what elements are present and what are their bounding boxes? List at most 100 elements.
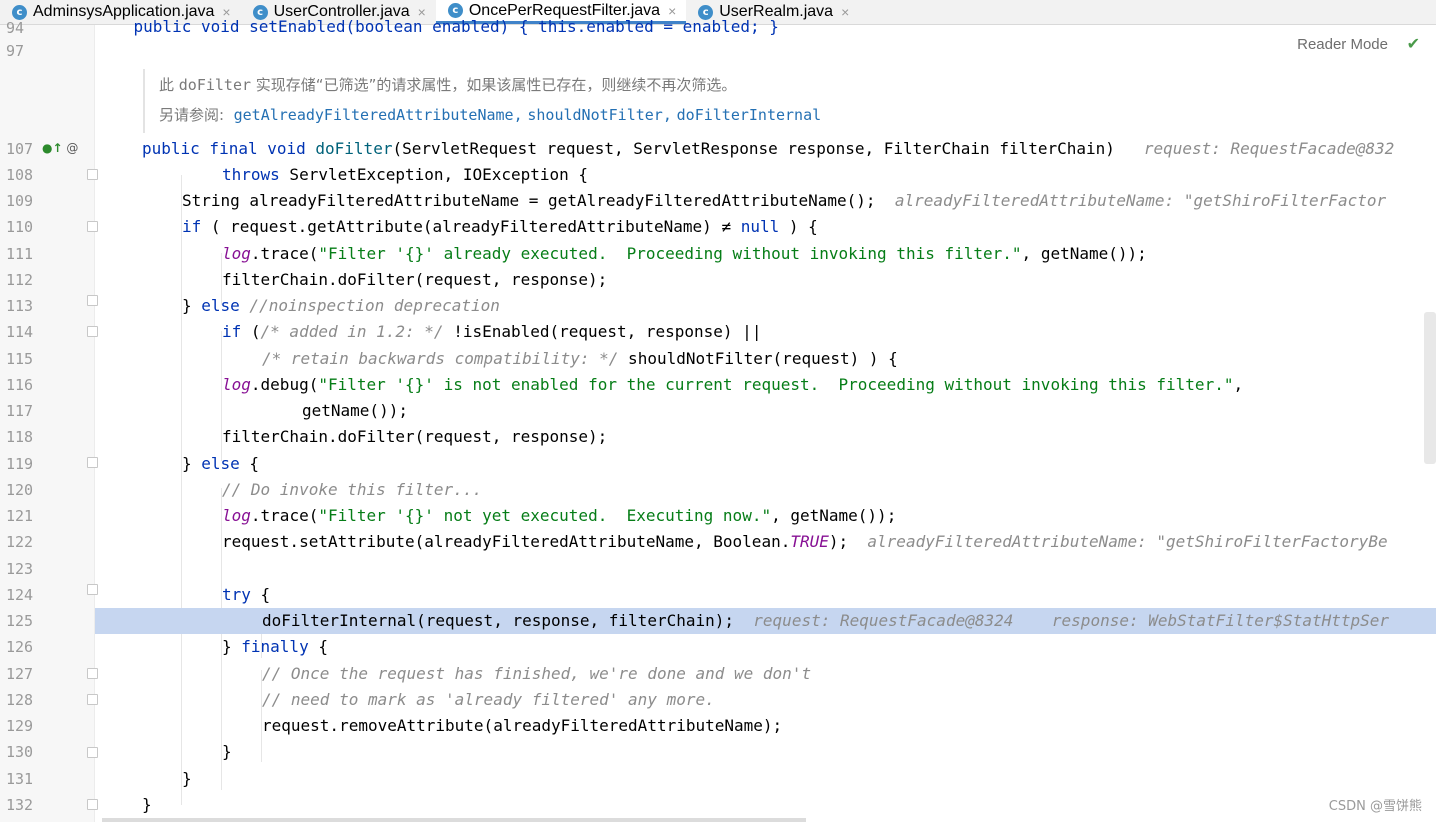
line-number: 127 bbox=[6, 665, 34, 683]
see-also-link[interactable]: shouldNotFilter, bbox=[527, 106, 672, 124]
code-text: ( request.getAttribute(alreadyFilteredAt… bbox=[201, 217, 741, 236]
see-also-link[interactable]: doFilterInternal bbox=[677, 106, 822, 124]
field-name: log bbox=[222, 506, 251, 525]
vertical-scrollbar[interactable] bbox=[1424, 312, 1436, 464]
rendered-javadoc: 此 doFilter 实现存储“已筛选”的请求属性，如果该属性已存在，则继续不再… bbox=[143, 69, 1383, 133]
code-line-110[interactable]: if ( request.getAttribute(alreadyFiltere… bbox=[95, 214, 1436, 240]
code-text: ); bbox=[828, 532, 849, 551]
java-class-icon: c bbox=[12, 4, 27, 20]
code-line-115[interactable]: /* retain backwards compatibility: */ sh… bbox=[95, 346, 1436, 372]
line-number: 110 bbox=[6, 218, 34, 236]
line-number: 128 bbox=[6, 691, 34, 709]
code-text: public void setEnabled(boolean enabled) … bbox=[95, 17, 779, 36]
code-text: .debug( bbox=[250, 375, 319, 394]
line-number: 121 bbox=[6, 507, 34, 525]
code-line-129[interactable]: request.removeAttribute(alreadyFilteredA… bbox=[95, 713, 1436, 739]
line-number: 97 bbox=[6, 42, 25, 60]
comment: //noinspection deprecation bbox=[239, 296, 500, 315]
code-text: { bbox=[308, 637, 328, 656]
code-text: } bbox=[182, 454, 202, 473]
debug-inline-value: request: RequestFacade@8324 bbox=[753, 611, 1014, 630]
line-number: 109 bbox=[6, 192, 34, 210]
code-line-116[interactable]: log.debug("Filter '{}' is not enabled fo… bbox=[95, 372, 1436, 398]
line-number: 115 bbox=[6, 350, 34, 368]
code-line-121[interactable]: log.trace("Filter '{}' not yet executed.… bbox=[95, 503, 1436, 529]
string-literal: "Filter '{}' not yet executed. Executing… bbox=[318, 506, 772, 525]
comment: // Once the request has finished, we're … bbox=[262, 664, 812, 683]
line-number: 116 bbox=[6, 376, 34, 394]
line-number: 129 bbox=[6, 717, 34, 735]
line-number: 132 bbox=[6, 796, 34, 814]
line-number: 123 bbox=[6, 560, 34, 578]
see-also-label: 另请参阅: bbox=[159, 106, 225, 124]
code-text: } bbox=[142, 795, 152, 814]
code-line-109[interactable]: String alreadyFilteredAttributeName = ge… bbox=[95, 188, 1436, 214]
keyword: finally bbox=[241, 637, 309, 656]
watermark: CSDN @雪饼熊 bbox=[1328, 799, 1422, 814]
code-line-123[interactable] bbox=[95, 556, 1436, 582]
code-line-124[interactable]: try { bbox=[95, 582, 1436, 608]
comment: /* retain backwards compatibility: */ bbox=[262, 349, 619, 368]
line-number: 114 bbox=[6, 323, 34, 341]
debug-inline-value: response: WebStatFilter$StatHttpSer bbox=[1051, 611, 1390, 630]
line-number-gutter[interactable]: 94 97 107 ●↑ @ 108 109 110 111 112 113 1… bbox=[0, 19, 98, 822]
code-line-132[interactable]: } bbox=[95, 792, 1436, 818]
code-text: !isEnabled(request, response) || bbox=[443, 322, 762, 341]
keyword: else bbox=[201, 296, 240, 315]
line-number: 107 bbox=[6, 140, 34, 158]
line-number: 131 bbox=[6, 770, 34, 788]
code-text: { bbox=[250, 585, 271, 604]
inspection-ok-icon[interactable]: ✔ bbox=[1407, 34, 1420, 53]
code-line-128[interactable]: // need to mark as 'already filtered' an… bbox=[95, 687, 1436, 713]
code-text: , getName()); bbox=[771, 506, 897, 525]
code-line-120[interactable]: // Do invoke this filter... bbox=[95, 477, 1436, 503]
keyword: try bbox=[222, 585, 251, 604]
horizontal-scrollbar[interactable] bbox=[102, 818, 806, 822]
javadoc-text: 此 bbox=[159, 76, 179, 94]
code-line-122[interactable]: request.setAttribute(alreadyFilteredAttr… bbox=[95, 529, 1436, 555]
line-number: 125 bbox=[6, 612, 34, 630]
line-number: 124 bbox=[6, 586, 34, 604]
code-line-131[interactable]: } bbox=[95, 766, 1436, 792]
code-line-108[interactable]: throws ServletException, IOException { bbox=[95, 162, 1436, 188]
code-line-113[interactable]: } else //noinspection deprecation bbox=[95, 293, 1436, 319]
line-number: 112 bbox=[6, 271, 34, 289]
code-line-118[interactable]: filterChain.doFilter(request, response); bbox=[95, 424, 1436, 450]
code-line-117[interactable]: getName()); bbox=[95, 398, 1436, 424]
see-also-link[interactable]: getAlreadyFilteredAttributeName, bbox=[234, 106, 523, 124]
code-text: } bbox=[222, 637, 242, 656]
javadoc-description: 此 doFilter 实现存储“已筛选”的请求属性，如果该属性已存在，则继续不再… bbox=[159, 74, 736, 95]
code-text: ) { bbox=[779, 217, 818, 236]
override-marker-icon[interactable]: ●↑ bbox=[42, 141, 63, 155]
comment: // need to mark as 'already filtered' an… bbox=[262, 690, 715, 709]
code-line-114[interactable]: if (/* added in 1.2: */ !isEnabled(reque… bbox=[95, 319, 1436, 345]
string-literal: "Filter '{}' is not enabled for the curr… bbox=[318, 375, 1234, 394]
code-line-126[interactable]: } finally { bbox=[95, 634, 1436, 660]
line-number: 94 bbox=[6, 19, 25, 37]
reader-mode-button[interactable]: Reader Mode bbox=[1297, 36, 1388, 53]
code-text: getName()); bbox=[302, 401, 408, 420]
code-line-111[interactable]: log.trace("Filter '{}' already executed.… bbox=[95, 241, 1436, 267]
code-text: .trace( bbox=[250, 244, 319, 263]
line-number: 111 bbox=[6, 245, 34, 263]
code-text: , getName()); bbox=[1021, 244, 1147, 263]
gutter-markers[interactable]: ●↑ @ bbox=[42, 141, 78, 155]
code-line-130[interactable]: } bbox=[95, 739, 1436, 765]
code-line-107[interactable]: public final void doFilter(ServletReques… bbox=[95, 136, 1436, 162]
code-line-127[interactable]: // Once the request has finished, we're … bbox=[95, 661, 1436, 687]
code-line-112[interactable]: filterChain.doFilter(request, response); bbox=[95, 267, 1436, 293]
line-number: 118 bbox=[6, 428, 34, 446]
javadoc-text: 实现存储“已筛选”的请求属性，如果该属性已存在，则继续不再次筛选。 bbox=[251, 76, 737, 94]
line-number: 108 bbox=[6, 166, 34, 184]
code-line-94[interactable]: public void setEnabled(boolean enabled) … bbox=[95, 14, 1436, 40]
javadoc-code: doFilter bbox=[178, 76, 252, 94]
code-line-119[interactable]: } else { bbox=[95, 451, 1436, 477]
code-text: filterChain.doFilter(request, response); bbox=[222, 427, 608, 446]
code-line-125-execution-point[interactable]: doFilterInternal(request, response, filt… bbox=[95, 608, 1436, 634]
code-editor[interactable]: public void setEnabled(boolean enabled) … bbox=[95, 17, 1436, 822]
keyword: else bbox=[201, 454, 240, 473]
comment: // Do invoke this filter... bbox=[222, 480, 483, 499]
line-number: 117 bbox=[6, 402, 34, 420]
keyword: null bbox=[740, 217, 780, 236]
field-name: log bbox=[222, 375, 251, 394]
